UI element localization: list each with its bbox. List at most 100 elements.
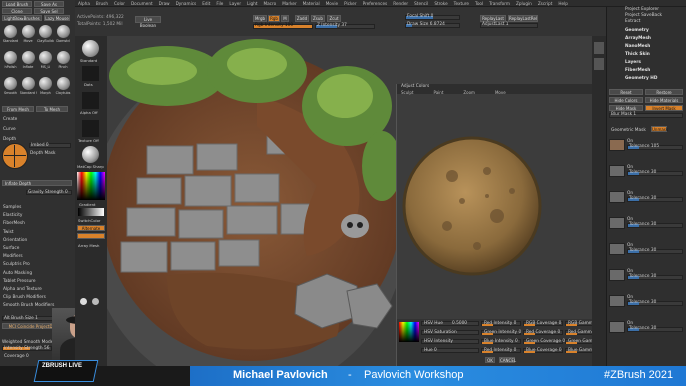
menu-item-alpha[interactable]: Alpha: [78, 1, 90, 6]
subsection-auto-masking[interactable]: Auto Masking: [3, 271, 32, 276]
hsv-slider[interactable]: Hue 0: [421, 348, 479, 353]
menu-item-stroke[interactable]: Stroke: [434, 1, 447, 6]
menu-item-render[interactable]: Render: [393, 1, 408, 6]
rgb-coverage-slider[interactable]: Red Coverage 0: [523, 330, 563, 335]
array-mesh-label[interactable]: Array Mesh: [78, 243, 99, 248]
menu-item-movie[interactable]: Movie: [326, 1, 338, 6]
menu-item-texture[interactable]: Texture: [454, 1, 469, 6]
menu-item-transform[interactable]: Transform: [489, 1, 510, 6]
lightbox-brushes-button[interactable]: LightBox▸Brushes: [2, 15, 42, 21]
menu-item-light[interactable]: Light: [247, 1, 257, 6]
subsection-clip-brush-modifiers[interactable]: Clip Brush Modifiers: [3, 295, 46, 300]
live-boolean-button[interactable]: Live Boolean: [135, 16, 161, 28]
section-depth[interactable]: Depth: [3, 137, 16, 142]
hide-materials-button[interactable]: Hide Materials: [645, 97, 683, 103]
brush-thumb[interactable]: Morph: [37, 76, 54, 102]
subsection-orientation[interactable]: Orientation: [3, 238, 27, 243]
menu-item-dynamics[interactable]: Dynamics: [176, 1, 197, 6]
brush-thumb[interactable]: Damstd: [55, 24, 72, 50]
zadd-button[interactable]: Zadd: [295, 15, 309, 22]
zsub-button[interactable]: Zsub: [311, 15, 325, 22]
rgb-button[interactable]: Rgb: [268, 15, 280, 22]
menu-item-brush[interactable]: Brush: [96, 1, 108, 6]
subsection-tablet-pressure[interactable]: Tablet Pressure: [3, 279, 36, 284]
texture-off-icon[interactable]: [82, 120, 99, 137]
menu-item-edit[interactable]: Edit: [202, 1, 210, 6]
replay-last-rel-button[interactable]: ReplayLastRel: [508, 15, 538, 22]
brush-thumb[interactable]: Pinch: [55, 50, 72, 76]
load-brush-button[interactable]: Load Brush: [2, 1, 32, 7]
subsection-samples[interactable]: Samples: [3, 205, 21, 210]
menu-item-tool[interactable]: Tool: [475, 1, 483, 6]
inflate-depth-button[interactable]: Inflate Depth: [2, 180, 72, 186]
menu-item-picker[interactable]: Picker: [344, 1, 356, 6]
rgb-intensity-slider[interactable]: Green Intensity 0: [481, 330, 521, 335]
subsection-alpha-and-texture[interactable]: Alpha and Texture: [3, 287, 42, 292]
right-top-item[interactable]: Project SaveBack: [625, 13, 662, 18]
hsv-slider[interactable]: HSV Hue 0.5000: [421, 321, 479, 326]
cancel-button[interactable]: CANCEL: [499, 357, 516, 363]
menu-item-draw[interactable]: Draw: [159, 1, 170, 6]
menu-item-preferences[interactable]: Preferences: [363, 1, 388, 6]
menu-item-file[interactable]: File: [216, 1, 223, 6]
right-section-geometry[interactable]: Geometry: [625, 28, 649, 33]
mask-swatch[interactable]: [609, 217, 625, 229]
replay-last-button[interactable]: ReplayLast: [480, 15, 506, 22]
matcap-icon[interactable]: [82, 146, 99, 163]
brush-thumb[interactable]: Inflate: [20, 50, 37, 76]
subsection-fibermesh[interactable]: FiberMesh: [3, 221, 25, 226]
subsection-elasticity[interactable]: Elasticity: [3, 213, 22, 218]
menu-item-document[interactable]: Document: [131, 1, 153, 6]
brush-thumb[interactable]: hPolish: [2, 50, 19, 76]
fill-button[interactable]: [77, 233, 105, 239]
right-section-nanomesh[interactable]: NanoMesh: [625, 44, 650, 49]
reset-button[interactable]: Reset: [609, 89, 643, 95]
m-button[interactable]: M: [281, 15, 289, 22]
gradient-swatch[interactable]: [78, 208, 104, 216]
rgb-intensity-slider[interactable]: Red Intensity 0: [481, 321, 521, 326]
depth-gauge[interactable]: [2, 143, 28, 169]
right-top-item[interactable]: Project Explorer: [625, 7, 659, 12]
rgb-coverage-slider[interactable]: Blue Coverage 0: [523, 348, 563, 353]
subsection-surface[interactable]: Surface: [3, 246, 19, 251]
right-top-item[interactable]: Extract: [625, 19, 640, 24]
mask-swatch[interactable]: [609, 139, 625, 151]
brush-thumb[interactable]: Claytubs: [55, 76, 72, 102]
menu-item-layer[interactable]: Layer: [229, 1, 241, 6]
subsection-modifiers[interactable]: Modifiers: [3, 254, 23, 259]
brush-thumb[interactable]: Move: [20, 24, 37, 50]
bpr-icon[interactable]: [594, 42, 604, 54]
gamma-slider[interactable]: Red Gamma 1: [565, 330, 592, 335]
section-curve[interactable]: Curve: [3, 127, 16, 132]
depth-mask-label[interactable]: Depth Mask: [30, 151, 56, 156]
from-mesh-button[interactable]: From Mesh: [2, 106, 34, 112]
color-picker[interactable]: [77, 172, 105, 200]
viewport-canvas[interactable]: Adjust Colors Sculpt Paint Zoom Move HSV…: [107, 36, 592, 366]
menu-item-color[interactable]: Color: [114, 1, 125, 6]
right-section-geometry-hd[interactable]: Geometry HD: [625, 76, 657, 81]
alternate-button[interactable]: Alternate: [77, 225, 105, 231]
hsv-slider[interactable]: HSV Saturation: [421, 330, 479, 335]
brush-thumb[interactable]: Standard: [2, 24, 19, 50]
brush-thumb[interactable]: ClayBuildup: [37, 24, 54, 50]
section-create[interactable]: Create: [3, 117, 17, 122]
menu-item-macro[interactable]: Macro: [264, 1, 277, 6]
mask-swatch[interactable]: [609, 269, 625, 281]
alpha-off-icon[interactable]: [82, 92, 99, 109]
subsection-twist[interactable]: Twist: [3, 230, 14, 235]
menu-item-zplugin[interactable]: Zplugin: [516, 1, 532, 6]
clone-button[interactable]: Clone: [2, 8, 32, 14]
rgb-coverage-slider[interactable]: RGB Coverage 0: [523, 321, 563, 326]
menu-item-help[interactable]: Help: [558, 1, 568, 6]
hide-mask-button[interactable]: Hide Mask: [609, 105, 643, 111]
lazy-mouse-button[interactable]: Lazy Mouse: [44, 15, 70, 21]
subsection-smooth-brush-modifiers[interactable]: Smooth Brush Modifiers: [3, 303, 54, 308]
menu-item-marker[interactable]: Marker: [282, 1, 296, 6]
brush-thumb[interactable]: MS_Li: [37, 50, 54, 76]
hsv-slider[interactable]: HSV Intensity: [421, 339, 479, 344]
unmask-button[interactable]: Unmask: [651, 126, 668, 132]
right-section-arraymesh[interactable]: ArrayMesh: [625, 36, 651, 41]
brush-thumb[interactable]: Smooth: [2, 76, 19, 102]
stroke-dots-icon[interactable]: [82, 66, 99, 81]
mask-swatch[interactable]: [609, 191, 625, 203]
